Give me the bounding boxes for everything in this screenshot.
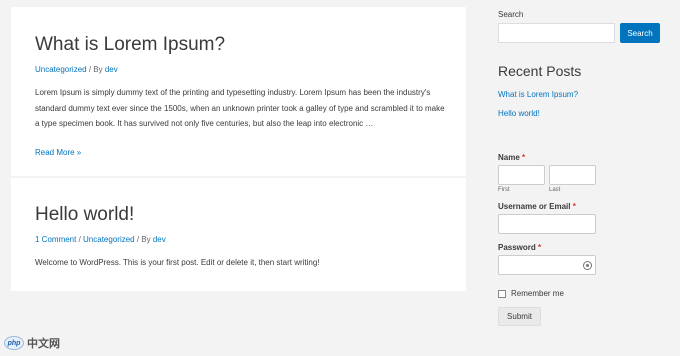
- search-label: Search: [498, 10, 524, 19]
- meta-separator: / By: [134, 235, 153, 244]
- name-label-text: Name: [498, 153, 520, 162]
- remember-label: Remember me: [511, 289, 564, 298]
- password-label: Password *: [498, 243, 666, 252]
- last-name-input[interactable]: [549, 165, 596, 185]
- recent-post-link[interactable]: Hello world!: [498, 109, 666, 118]
- remember-checkbox[interactable]: [498, 289, 506, 298]
- username-label: Username or Email *: [498, 202, 666, 211]
- password-label-text: Password: [498, 243, 536, 252]
- last-label: Last: [549, 187, 561, 193]
- watermark-text: 中文网: [27, 338, 60, 350]
- username-label-text: Username or Email: [498, 202, 571, 211]
- watermark: php 中文网: [4, 335, 60, 351]
- password-input[interactable]: [498, 255, 596, 275]
- category-link[interactable]: Uncategorized: [35, 65, 87, 74]
- recent-posts-title: Recent Posts: [498, 63, 582, 79]
- post-card: What is Lorem Ipsum? Uncategorized / By …: [11, 7, 466, 176]
- search-form: Search: [498, 23, 666, 43]
- post-card: Hello world! 1 Comment / Uncategorized /…: [11, 178, 466, 291]
- post-excerpt: Welcome to WordPress. This is your first…: [35, 258, 320, 267]
- category-link[interactable]: Uncategorized: [83, 235, 135, 244]
- comments-link[interactable]: 1 Comment: [35, 235, 76, 244]
- show-password-icon[interactable]: [583, 261, 592, 270]
- read-more-link[interactable]: Read More »: [35, 148, 81, 157]
- recent-post-link[interactable]: What is Lorem Ipsum?: [498, 90, 666, 99]
- post-title[interactable]: Hello world!: [35, 204, 442, 226]
- author-link[interactable]: dev: [105, 65, 118, 74]
- author-link[interactable]: dev: [153, 235, 166, 244]
- submit-button[interactable]: Submit: [498, 307, 541, 326]
- first-name-input[interactable]: [498, 165, 545, 185]
- post-title[interactable]: What is Lorem Ipsum?: [35, 34, 442, 56]
- name-row: First Last: [498, 165, 666, 193]
- username-input[interactable]: [498, 214, 596, 234]
- posts-area: What is Lorem Ipsum? Uncategorized / By …: [11, 7, 466, 291]
- login-form: Name * First Last Username or Email * Pa…: [498, 153, 666, 326]
- required-mark: *: [572, 202, 576, 211]
- meta-separator: / By: [86, 65, 105, 74]
- last-name-group: Last: [549, 165, 596, 193]
- sidebar: Search Search Recent Posts What is Lorem…: [498, 10, 666, 326]
- post-excerpt: Lorem Ipsum is simply dummy text of the …: [35, 88, 445, 128]
- first-name-group: First: [498, 165, 545, 193]
- required-mark: *: [522, 153, 526, 162]
- first-label: First: [498, 187, 510, 193]
- required-mark: *: [538, 243, 542, 252]
- search-input[interactable]: [498, 23, 615, 43]
- search-button[interactable]: Search: [620, 23, 660, 43]
- post-meta: 1 Comment / Uncategorized / By dev: [35, 235, 442, 245]
- name-label: Name *: [498, 153, 666, 162]
- watermark-logo: php: [4, 336, 24, 350]
- post-meta: Uncategorized / By dev: [35, 65, 442, 75]
- remember-me: Remember me: [498, 289, 666, 298]
